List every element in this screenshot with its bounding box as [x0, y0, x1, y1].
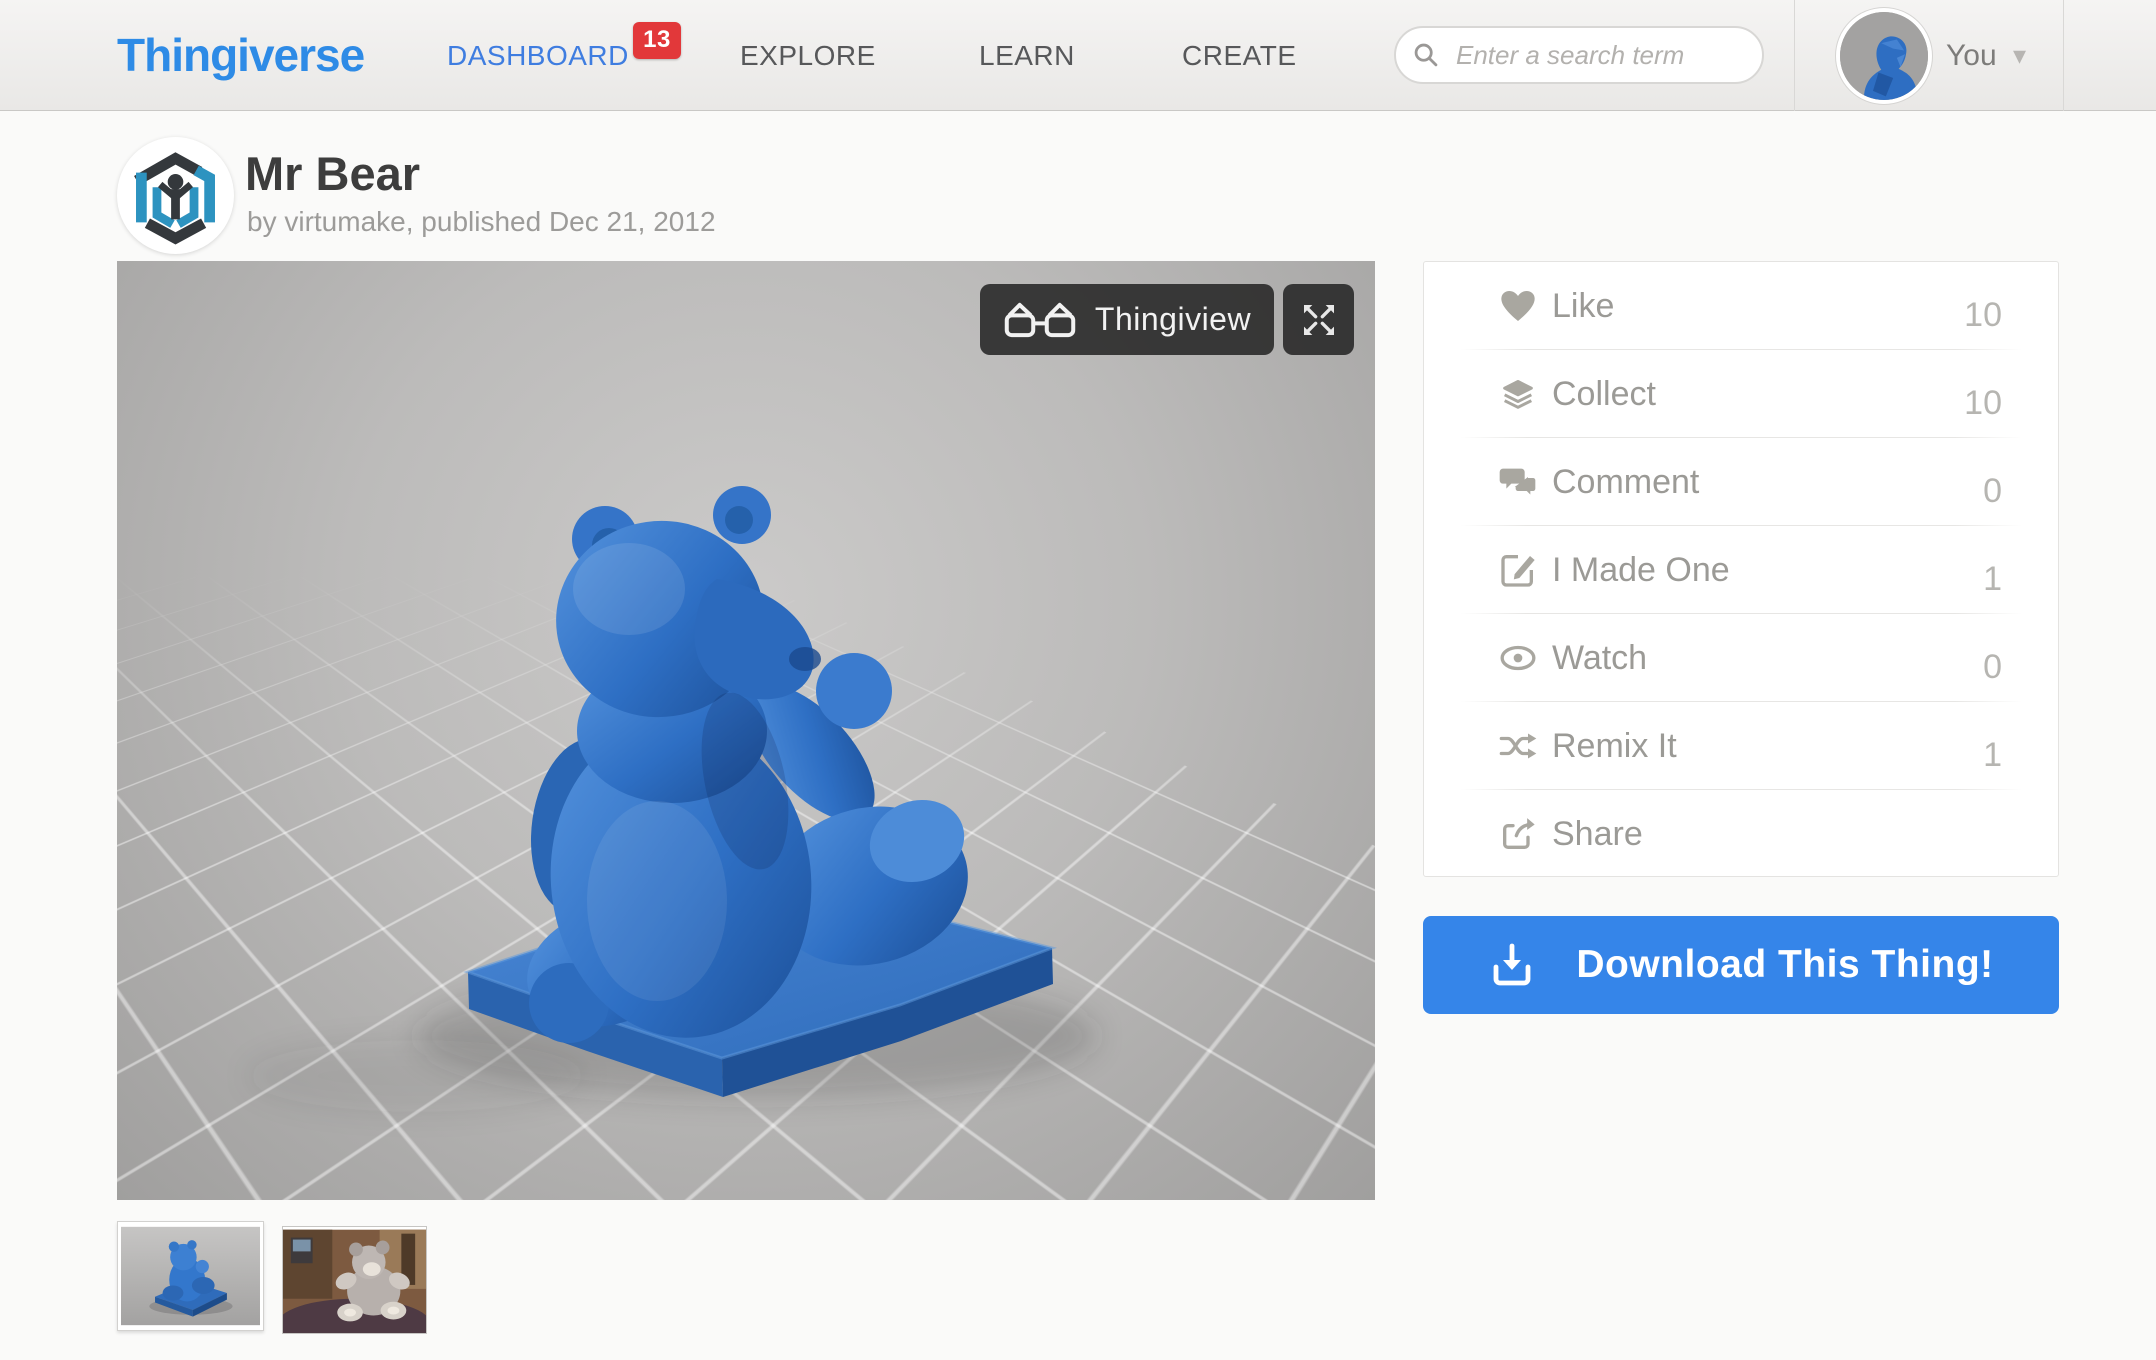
user-avatar[interactable] — [1836, 8, 1932, 104]
action-count: 10 — [1964, 271, 2002, 359]
nav-item-explore[interactable]: EXPLORE — [740, 0, 876, 111]
shuffle-arrows-icon — [1498, 726, 1538, 766]
thingiverse-logo[interactable]: Thingiverse — [117, 0, 364, 111]
action-row-collect[interactable]: Collect 10 — [1424, 350, 2058, 438]
3d-glasses-icon — [1003, 300, 1077, 340]
author-link[interactable]: virtumake — [284, 206, 405, 237]
expand-arrows-icon — [1299, 300, 1339, 340]
user-menu-label[interactable]: You — [1946, 0, 1997, 111]
download-label: Download This Thing! — [1576, 943, 1993, 987]
eye-icon — [1498, 638, 1538, 678]
stacked-layers-icon — [1498, 374, 1538, 414]
pencil-square-icon — [1498, 550, 1538, 590]
thumbnail-render-image — [121, 1225, 260, 1327]
nav-divider — [1794, 0, 1795, 111]
nav-item-learn[interactable]: LEARN — [979, 0, 1075, 111]
nav-item-create[interactable]: CREATE — [1182, 0, 1297, 111]
action-row-share[interactable]: Share — [1424, 790, 2058, 878]
action-row-like[interactable]: Like 10 — [1424, 262, 2058, 350]
action-label: Comment — [1552, 438, 1699, 526]
creator-avatar[interactable] — [117, 137, 234, 254]
action-count: 0 — [1983, 623, 2002, 711]
search-input[interactable] — [1394, 26, 1764, 84]
fullscreen-button[interactable] — [1283, 284, 1354, 355]
nav-item-label: DASHBOARD — [447, 40, 629, 71]
action-count: 10 — [1964, 359, 2002, 447]
byline-suffix: , published Dec 21, 2012 — [406, 206, 716, 237]
thumbnail-photo[interactable] — [282, 1226, 427, 1334]
search-box — [1394, 26, 1764, 84]
byline-prefix: by — [247, 206, 284, 237]
share-icon — [1498, 814, 1538, 854]
action-sidebar: Like 10 Collect 10 Comment 0 I Made One … — [1423, 261, 2059, 877]
chevron-down-icon[interactable]: ▾ — [2013, 0, 2026, 111]
action-label: I Made One — [1552, 526, 1730, 614]
page-title: Mr Bear — [245, 146, 420, 201]
action-count: 1 — [1983, 711, 2002, 799]
action-row-watch[interactable]: Watch 0 — [1424, 614, 2058, 702]
nav-item-dashboard[interactable]: DASHBOARD 13 — [447, 0, 629, 111]
download-icon — [1488, 941, 1536, 989]
heart-icon — [1498, 286, 1538, 326]
byline: by virtumake, published Dec 21, 2012 — [247, 206, 716, 238]
action-count: 1 — [1983, 535, 2002, 623]
avatar-bust-image — [1840, 12, 1928, 100]
action-row-comment[interactable]: Comment 0 — [1424, 438, 2058, 526]
thumbnail-render[interactable] — [117, 1221, 264, 1331]
action-row-remix[interactable]: Remix It 1 — [1424, 702, 2058, 790]
download-button[interactable]: Download This Thing! — [1423, 916, 2059, 1014]
thingiview-label: Thingiview — [1095, 301, 1251, 338]
model-viewer[interactable]: Thingiview — [117, 261, 1375, 1200]
action-row-i-made-one[interactable]: I Made One 1 — [1424, 526, 2058, 614]
action-label: Watch — [1552, 614, 1647, 702]
thumbnail-photo-image — [283, 1227, 426, 1333]
creator-logo-image — [117, 137, 234, 254]
action-label: Share — [1552, 790, 1643, 878]
action-label: Collect — [1552, 350, 1656, 438]
top-nav: Thingiverse DASHBOARD 13 EXPLORE LEARN C… — [0, 0, 2156, 111]
nav-divider — [2063, 0, 2064, 111]
action-label: Like — [1552, 262, 1614, 350]
model-render — [117, 261, 1375, 1200]
thingiview-button[interactable]: Thingiview — [980, 284, 1274, 355]
action-count: 0 — [1983, 447, 2002, 535]
speech-bubbles-icon — [1498, 462, 1538, 502]
action-label: Remix It — [1552, 702, 1677, 790]
notification-badge: 13 — [633, 22, 681, 59]
